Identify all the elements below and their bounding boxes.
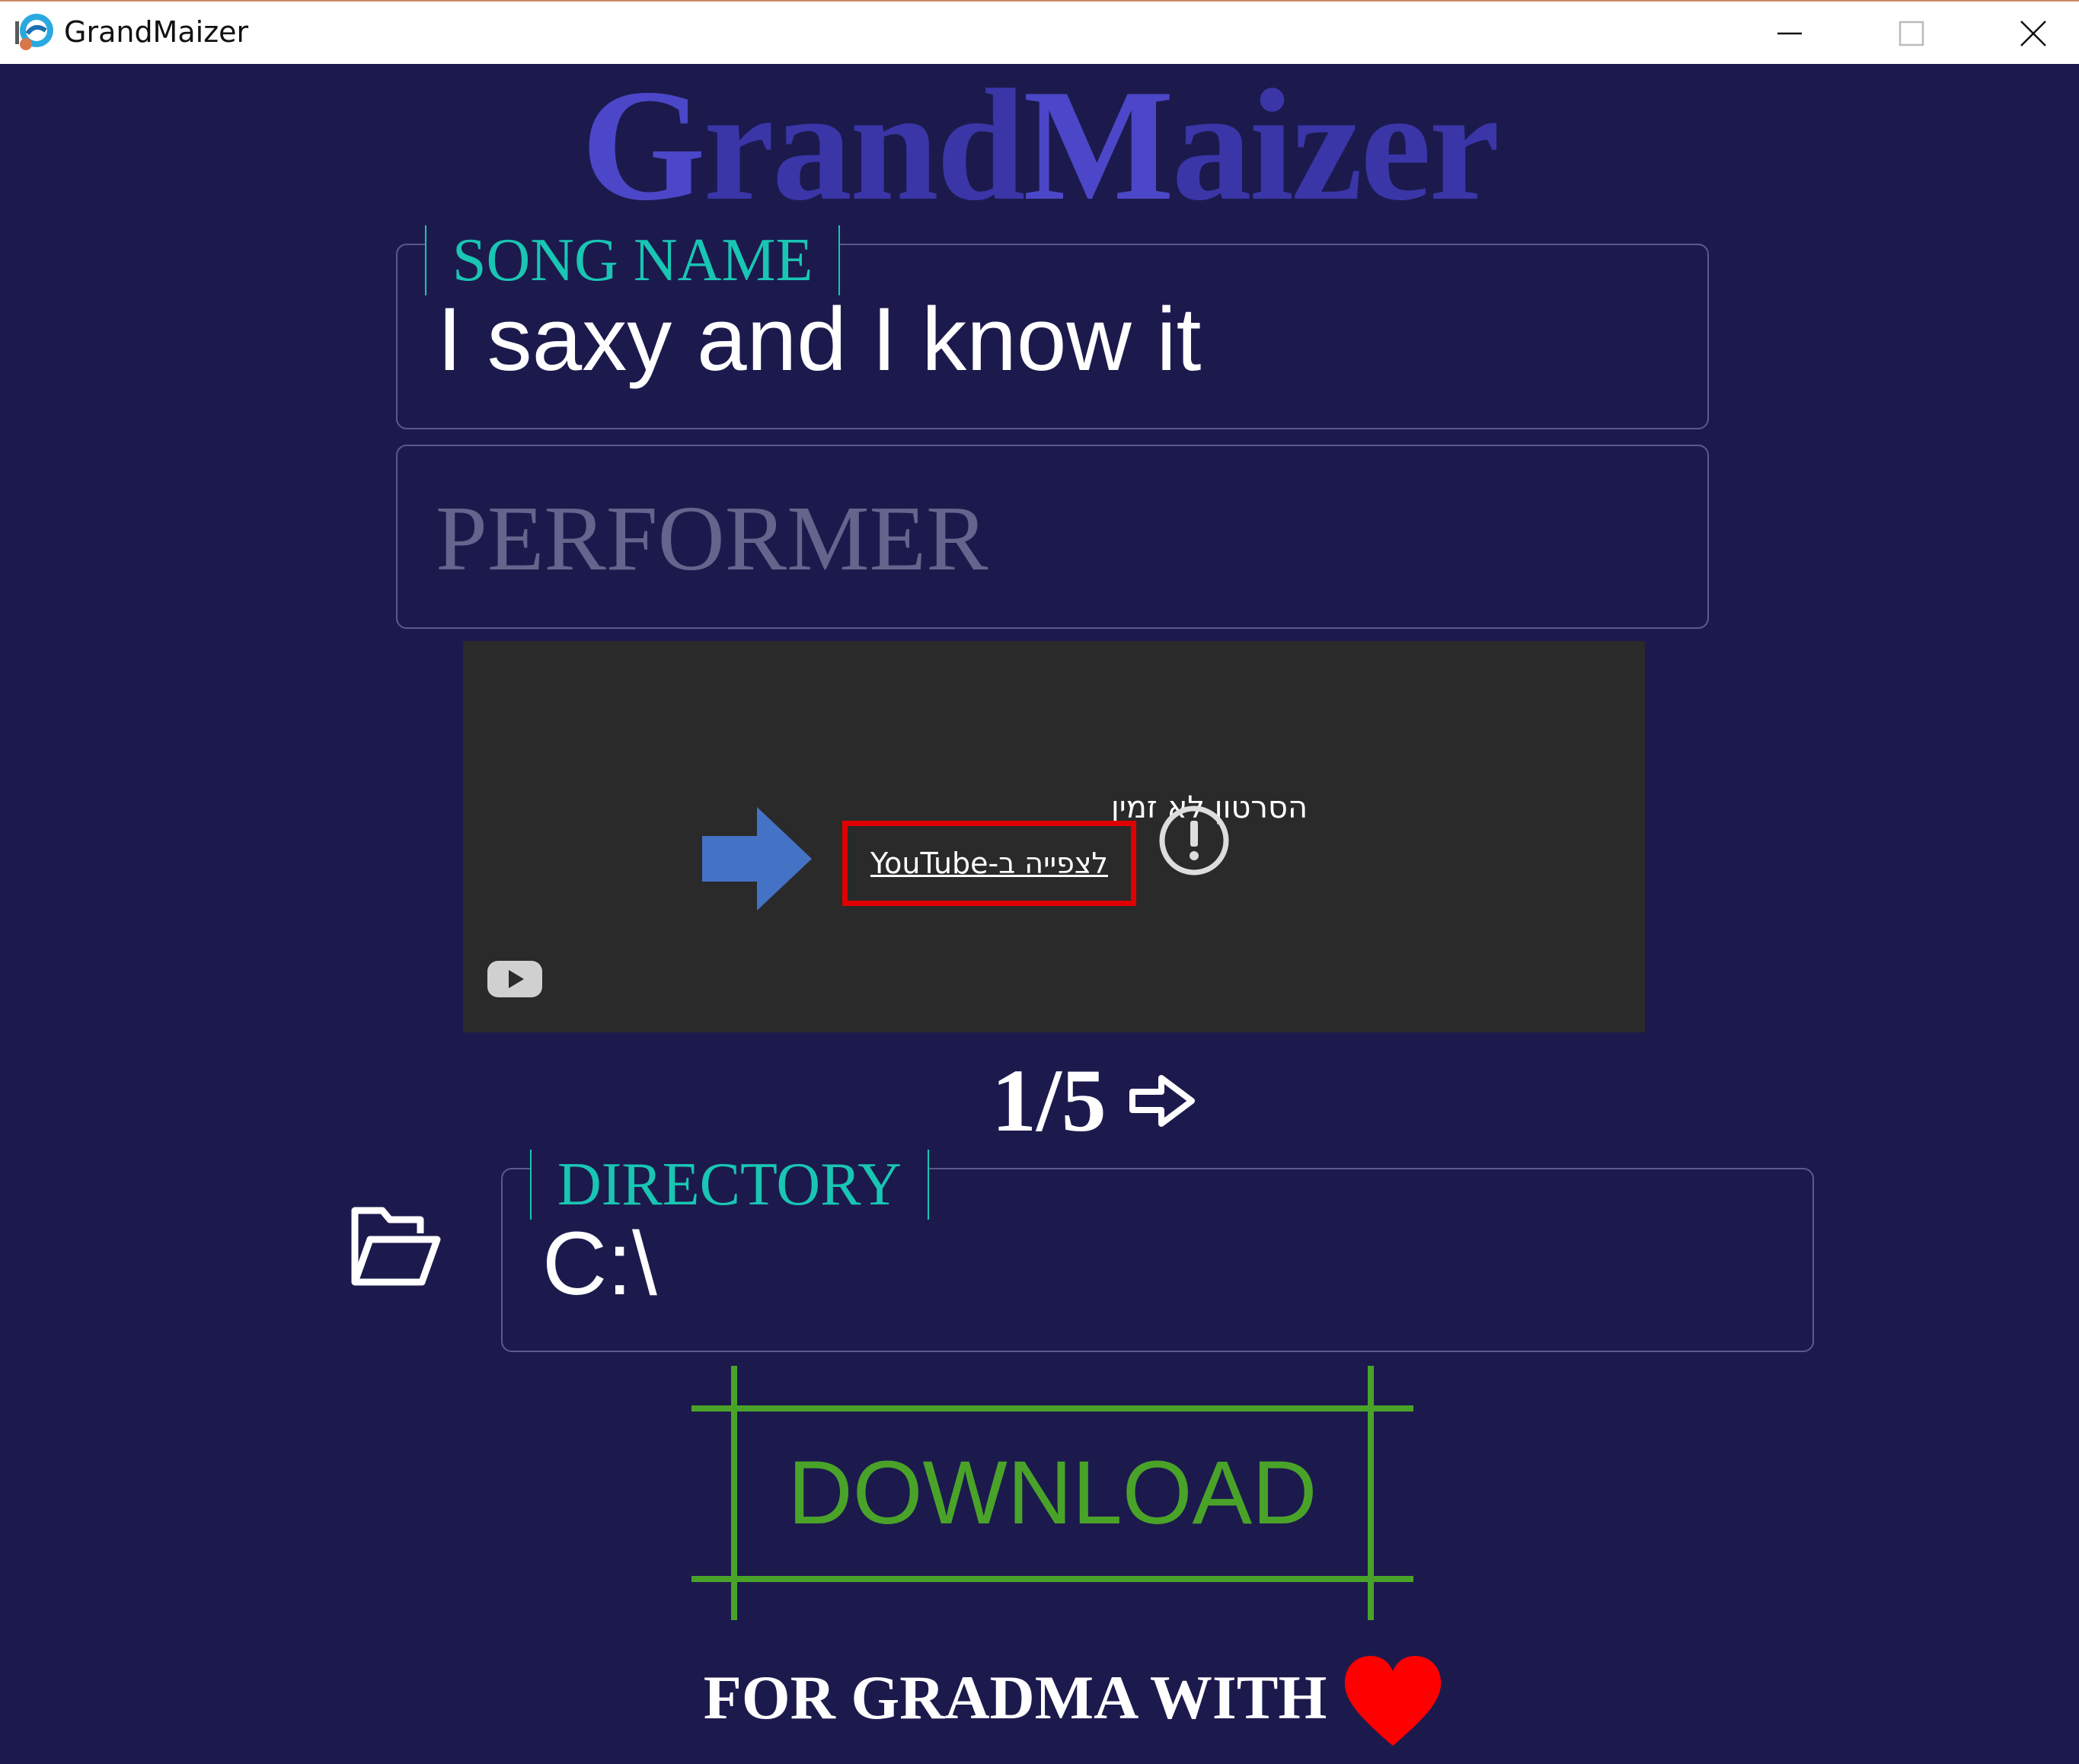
window-title: GrandMaizer bbox=[64, 15, 249, 49]
arrow-right-icon[interactable] bbox=[1128, 1070, 1196, 1131]
performer-field[interactable] bbox=[396, 445, 1709, 629]
heart-icon bbox=[1345, 1656, 1442, 1746]
directory-label: DIRECTORY bbox=[530, 1150, 929, 1220]
song-name-value[interactable]: I saxy and I know it bbox=[437, 288, 1201, 391]
maximize-button[interactable] bbox=[1858, 2, 1965, 65]
download-label: DOWNLOAD bbox=[787, 1443, 1317, 1543]
app-logo-text: GrandMaizer bbox=[0, 65, 2079, 225]
pointer-arrow-icon bbox=[702, 807, 812, 911]
performer-input[interactable] bbox=[436, 478, 1654, 600]
result-counter: 1/5 bbox=[992, 1051, 1107, 1150]
folder-open-icon[interactable] bbox=[350, 1203, 442, 1288]
song-name-label: SONG NAME bbox=[425, 225, 841, 295]
video-embed[interactable]: הסרטון לא זמין לצפייה ב-YouTube bbox=[463, 641, 1645, 1032]
result-pager: 1/5 bbox=[992, 1048, 1196, 1154]
alert-icon bbox=[1159, 805, 1229, 876]
youtube-logo-icon[interactable] bbox=[487, 959, 542, 999]
title-bar: GrandMaizer bbox=[0, 0, 2079, 64]
logo-part-aizer: aizer bbox=[1171, 57, 1500, 234]
app-window: GrandMaizer GrandMaizer SONG NAME I saxy… bbox=[0, 0, 2079, 1764]
app-logo-icon bbox=[15, 14, 53, 50]
footer: FOR GRADMA WITH bbox=[0, 1644, 2079, 1751]
download-button[interactable]: DOWNLOAD bbox=[691, 1366, 1413, 1620]
maximize-icon bbox=[1899, 21, 1924, 46]
directory-value[interactable]: C:\ bbox=[542, 1212, 657, 1316]
close-icon bbox=[2020, 21, 2046, 46]
logo-letter-g: G bbox=[581, 57, 705, 234]
directory-field[interactable]: DIRECTORY C:\ bbox=[501, 1150, 1814, 1352]
song-name-field[interactable]: SONG NAME I saxy and I know it bbox=[396, 225, 1709, 429]
logo-letter-m: M bbox=[1023, 57, 1174, 234]
footer-text: FOR GRADMA WITH bbox=[703, 1663, 1327, 1732]
logo-part-rand: rand bbox=[703, 57, 1026, 234]
close-button[interactable] bbox=[1980, 2, 2079, 65]
watch-on-youtube-link[interactable]: לצפייה ב-YouTube bbox=[842, 821, 1136, 906]
minimize-icon bbox=[1777, 32, 1802, 35]
minimize-button[interactable] bbox=[1736, 2, 1843, 65]
